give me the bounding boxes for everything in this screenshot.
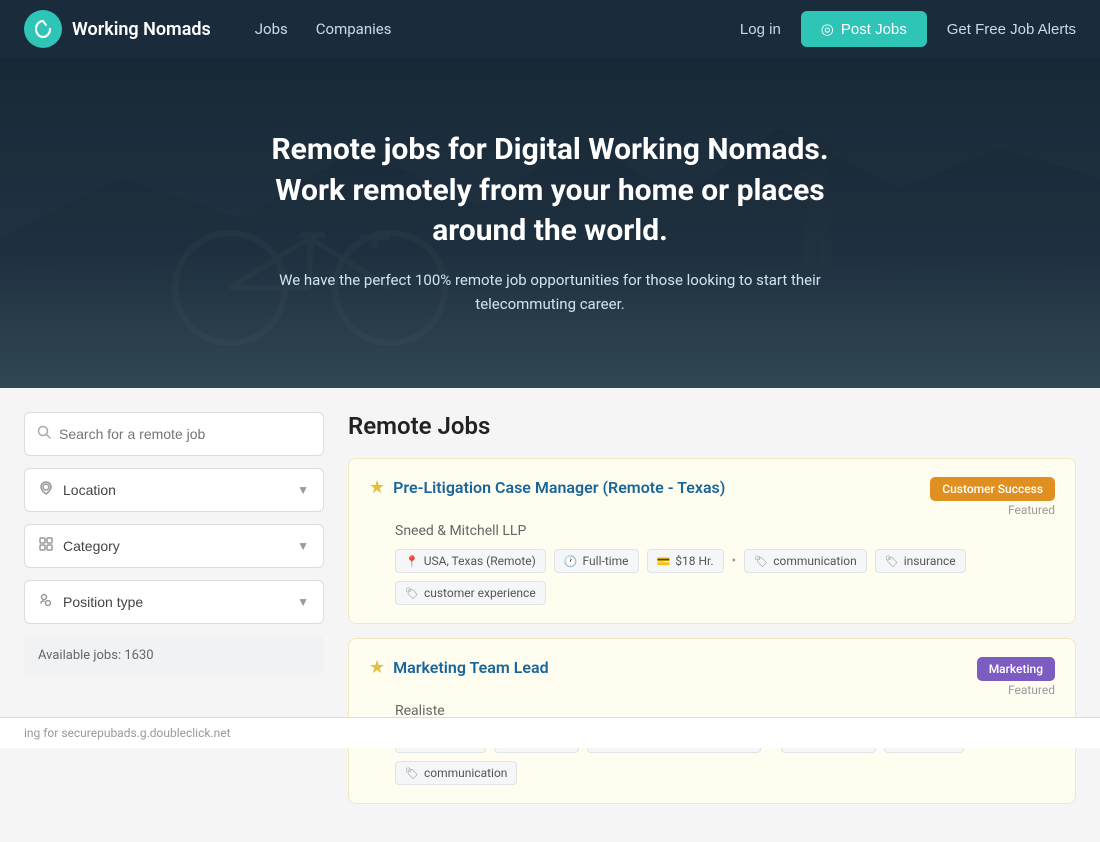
available-jobs-count: Available jobs: 1630 xyxy=(24,636,324,675)
nav-companies[interactable]: Companies xyxy=(316,20,392,38)
location-filter-label: Location xyxy=(63,482,116,498)
brand-link[interactable]: Working Nomads xyxy=(24,10,211,48)
job-badge: Marketing xyxy=(977,657,1055,681)
nav-jobs[interactable]: Jobs xyxy=(255,20,288,38)
main-layout: Location ▼ Category ▼ xyxy=(0,388,1100,842)
sidebar: Location ▼ Category ▼ xyxy=(24,412,324,818)
hero-content: Remote jobs for Digital Working Nomads.W… xyxy=(250,130,850,316)
tag-icon-3: 🏷 xyxy=(405,587,419,600)
category-filter-label: Category xyxy=(63,538,120,554)
post-jobs-icon: ◎ xyxy=(821,20,834,38)
position-type-chevron-icon: ▼ xyxy=(297,595,309,609)
job-tag-type: 🕐 Full-time xyxy=(554,549,639,573)
job-card[interactable]: ★ Pre-Litigation Case Manager (Remote - … xyxy=(348,458,1076,624)
login-button[interactable]: Log in xyxy=(740,21,781,38)
featured-label: Featured xyxy=(1008,503,1055,517)
brand-logo xyxy=(24,10,62,48)
nav-links: Jobs Companies xyxy=(255,20,392,38)
job-title: Marketing Team Lead xyxy=(393,658,965,677)
tag-icon-1: 🏷 xyxy=(754,555,768,568)
search-icon xyxy=(37,425,51,443)
job-tag-skill-1: 🏷 communication xyxy=(744,549,866,573)
job-tag-skill-2: 🏷 insurance xyxy=(875,549,966,573)
brand-name: Working Nomads xyxy=(72,19,211,40)
job-company: Sneed & Mitchell LLP xyxy=(395,523,1055,539)
job-tag-skill-3: 🏷 customer experience xyxy=(395,581,546,605)
category-chevron-icon: ▼ xyxy=(297,539,309,553)
salary-tag-icon: 💳 xyxy=(657,555,671,568)
search-box[interactable] xyxy=(24,412,324,456)
clock-tag-icon: 🕐 xyxy=(564,555,578,568)
job-title: Pre-Litigation Case Manager (Remote - Te… xyxy=(393,478,918,497)
free-alerts-button[interactable]: Get Free Job Alerts xyxy=(947,21,1076,38)
available-jobs-label: Available jobs: 1630 xyxy=(38,648,154,663)
tag-dot: • xyxy=(732,553,737,569)
hero-section: Remote jobs for Digital Working Nomads.W… xyxy=(0,58,1100,388)
hero-subtitle: We have the perfect 100% remote job oppo… xyxy=(270,268,830,316)
job-tag-salary: 💳 $18 Hr. xyxy=(647,549,724,573)
position-type-label: Position type xyxy=(63,594,143,610)
navbar: Working Nomads Jobs Companies Log in ◎ P… xyxy=(0,0,1100,58)
job-listings: Remote Jobs ★ Pre-Litigation Case Manage… xyxy=(348,412,1076,818)
location-filter[interactable]: Location ▼ xyxy=(24,468,324,512)
position-type-icon xyxy=(39,593,53,612)
location-tag-icon: 📍 xyxy=(405,555,419,568)
nav-right: Log in ◎ Post Jobs Get Free Job Alerts xyxy=(740,11,1076,47)
featured-star-icon: ★ xyxy=(369,477,385,498)
job-card-header: ★ Marketing Team Lead Marketing Featured xyxy=(369,657,1055,697)
position-type-filter[interactable]: Position type ▼ xyxy=(24,580,324,624)
tag-icon-6: 🏷 xyxy=(405,767,419,780)
location-chevron-icon: ▼ xyxy=(297,483,309,497)
post-jobs-label: Post Jobs xyxy=(841,21,907,38)
bottom-bar-text: ing for securepubads.g.doubleclick.net xyxy=(24,726,231,740)
search-input[interactable] xyxy=(59,426,311,442)
job-tag-skill-3: 🏷 communication xyxy=(395,761,517,785)
bottom-bar: ing for securepubads.g.doubleclick.net xyxy=(0,717,1100,748)
job-tags: 📍 USA, Texas (Remote) 🕐 Full-time 💳 $18 … xyxy=(395,549,1055,605)
hero-title: Remote jobs for Digital Working Nomads.W… xyxy=(270,130,830,252)
job-tag-location: 📍 USA, Texas (Remote) xyxy=(395,549,546,573)
featured-star-icon: ★ xyxy=(369,657,385,678)
category-icon xyxy=(39,537,53,556)
section-title: Remote Jobs xyxy=(348,412,1076,440)
post-jobs-button[interactable]: ◎ Post Jobs xyxy=(801,11,927,47)
tag-icon-2: 🏷 xyxy=(885,555,899,568)
job-card-header: ★ Pre-Litigation Case Manager (Remote - … xyxy=(369,477,1055,517)
category-filter[interactable]: Category ▼ xyxy=(24,524,324,568)
featured-label: Featured xyxy=(1008,683,1055,697)
job-badge: Customer Success xyxy=(930,477,1055,501)
location-icon xyxy=(39,481,53,500)
